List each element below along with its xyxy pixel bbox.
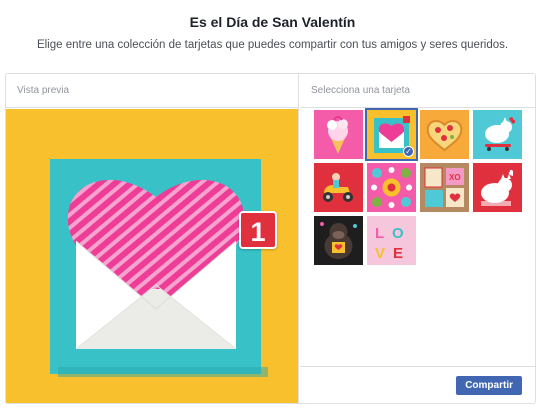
card-thumb-ice-cream[interactable] bbox=[314, 110, 363, 159]
card-thumb-heart-pizza[interactable] bbox=[420, 110, 469, 159]
preview-label: Vista previa bbox=[6, 74, 298, 108]
page-subtitle: Elige entre una colección de tarjetas qu… bbox=[36, 39, 509, 51]
card-thumb-flower-pattern[interactable] bbox=[367, 163, 416, 212]
card-thumb-heart-envelope[interactable]: ✓ bbox=[365, 108, 418, 161]
svg-text:O: O bbox=[392, 225, 404, 242]
svg-text:XO: XO bbox=[449, 173, 461, 182]
card-thumb-skateboard-cat[interactable] bbox=[473, 110, 522, 159]
svg-text:V: V bbox=[375, 245, 385, 262]
svg-text:E: E bbox=[393, 245, 403, 262]
card-thumb-cat-love[interactable] bbox=[473, 163, 522, 212]
heart-envelope-illustration bbox=[50, 159, 268, 377]
card-dialog: Vista previa 1 Selecciona una tarjeta ✓ … bbox=[5, 73, 536, 404]
picker-footer: Compartir bbox=[300, 366, 535, 403]
preview-pane: Vista previa 1 bbox=[6, 74, 299, 403]
card-thumb-xo-stamps[interactable]: XO bbox=[420, 163, 469, 212]
selected-check-icon: ✓ bbox=[403, 146, 414, 157]
picker-label: Selecciona una tarjeta bbox=[300, 74, 535, 108]
svg-text:L: L bbox=[375, 225, 384, 242]
share-button[interactable]: Compartir bbox=[456, 376, 522, 395]
card-thumb-scooter[interactable] bbox=[314, 163, 363, 212]
notification-badge: 1 bbox=[239, 211, 277, 249]
card-thumb-love-letters[interactable]: LOVE bbox=[367, 216, 416, 265]
card-picker-pane: Selecciona una tarjeta ✓ XO L O V E Comp… bbox=[300, 74, 535, 403]
preview-card-image bbox=[6, 109, 298, 403]
card-thumb-gorilla[interactable] bbox=[314, 216, 363, 265]
page-title: Es el Día de San Valentín bbox=[189, 14, 356, 30]
